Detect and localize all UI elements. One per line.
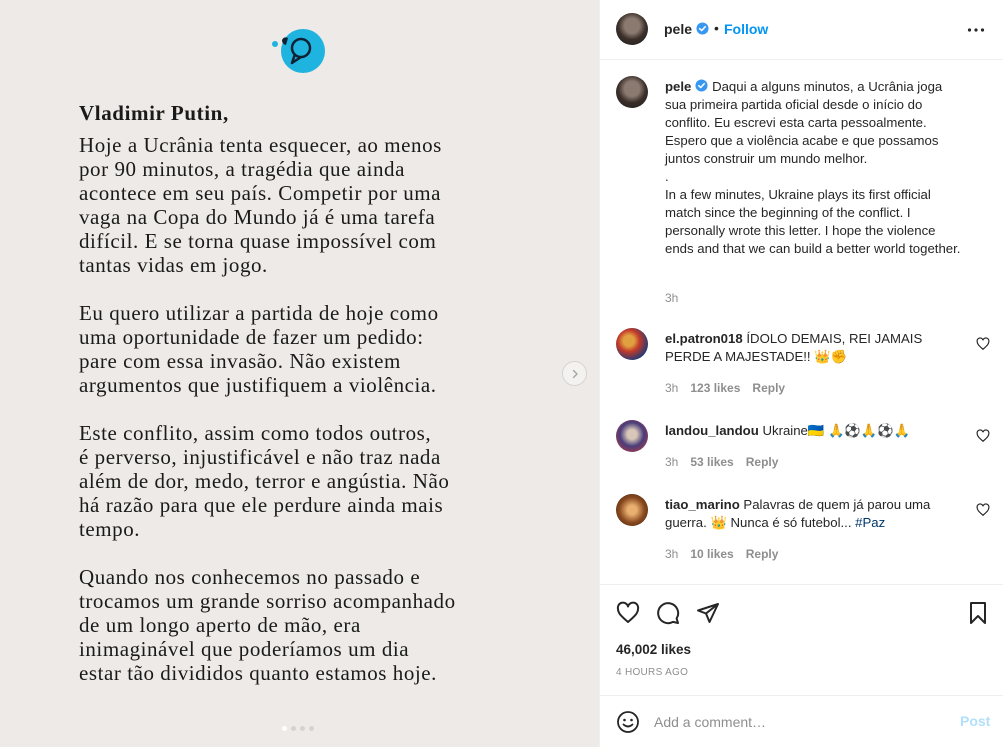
carousel-dot bbox=[309, 726, 314, 731]
letter-paragraph: Este conflito, assim como todos outros, … bbox=[79, 421, 450, 541]
ukraine-fa-logo bbox=[272, 29, 325, 73]
more-horizontal-icon[interactable] bbox=[966, 20, 986, 40]
comment-username[interactable]: tiao_marino bbox=[665, 497, 740, 512]
post-timestamp[interactable]: 4 HOURS AGO bbox=[616, 667, 688, 678]
letter-paragraph: Eu quero utilizar a partida de hoje como… bbox=[79, 301, 439, 397]
letter-greeting: Vladimir Putin, bbox=[79, 101, 229, 125]
comment-body: landou_landou Ukraine🇺🇦 🙏⚽🙏⚽🙏 bbox=[665, 422, 955, 440]
reply-button[interactable]: Reply bbox=[746, 455, 779, 469]
avatar[interactable] bbox=[616, 494, 648, 526]
comment-time[interactable]: 3h bbox=[665, 381, 678, 395]
comment-meta: 3h 123 likes Reply bbox=[665, 381, 785, 395]
hashtag-link[interactable]: #Paz bbox=[855, 515, 885, 530]
post-header: pele • Follow bbox=[600, 0, 1003, 60]
caption-timestamp[interactable]: 3h bbox=[665, 291, 678, 305]
chevron-right-icon bbox=[572, 369, 578, 378]
emoji-icon[interactable] bbox=[616, 710, 640, 734]
comment-body: el.patron018 ÍDOLO DEMAIS, REI JAMAIS PE… bbox=[665, 330, 955, 366]
letter-text: Vladimir Putin, Hoje a Ucrânia tenta esq… bbox=[79, 101, 559, 709]
comment-bubble-icon[interactable] bbox=[656, 601, 680, 625]
reply-button[interactable]: Reply bbox=[746, 547, 779, 561]
reply-button[interactable]: Reply bbox=[752, 381, 785, 395]
comments-section[interactable]: pele Daqui a alguns minutos, a Ucrânia j… bbox=[600, 60, 1003, 585]
letter-paragraph: Hoje a Ucrânia tenta esquecer, ao menos … bbox=[79, 133, 442, 277]
comment-text: Ukraine🇺🇦 🙏⚽🙏⚽🙏 bbox=[762, 423, 911, 438]
verified-badge-icon bbox=[695, 79, 708, 92]
carousel-dot bbox=[291, 726, 296, 731]
follow-button[interactable]: Follow bbox=[724, 21, 768, 37]
avatar[interactable] bbox=[616, 76, 648, 108]
avatar[interactable] bbox=[616, 13, 648, 45]
comment-username[interactable]: el.patron018 bbox=[665, 331, 743, 346]
comment-likes[interactable]: 10 likes bbox=[690, 547, 733, 561]
username[interactable]: pele bbox=[664, 21, 692, 37]
post-image[interactable]: Vladimir Putin, Hoje a Ucrânia tenta esq… bbox=[0, 0, 599, 747]
like-heart-icon[interactable] bbox=[616, 601, 640, 625]
post-caption: pele Daqui a alguns minutos, a Ucrânia j… bbox=[665, 78, 965, 258]
comment-body: tiao_marino Palavras de quem já parou um… bbox=[665, 496, 955, 532]
comment-input[interactable] bbox=[654, 712, 944, 732]
heart-icon[interactable] bbox=[976, 503, 990, 517]
bookmark-icon[interactable] bbox=[966, 601, 990, 625]
carousel-indicator bbox=[282, 726, 314, 731]
separator-dot: • bbox=[714, 20, 719, 36]
post-actions: 46,002 likes 4 HOURS AGO bbox=[600, 586, 1003, 706]
heart-icon[interactable] bbox=[976, 429, 990, 443]
avatar[interactable] bbox=[616, 420, 648, 452]
comment-likes[interactable]: 53 likes bbox=[690, 455, 733, 469]
post-comment-button[interactable]: Post bbox=[960, 713, 990, 729]
comment-meta: 3h 10 likes Reply bbox=[665, 547, 778, 561]
carousel-dot bbox=[300, 726, 305, 731]
caption-text: Daqui a alguns minutos, a Ucrânia joga s… bbox=[665, 79, 961, 256]
header-username-link[interactable]: pele bbox=[664, 21, 709, 37]
carousel-dot bbox=[282, 726, 287, 731]
verified-badge-icon bbox=[696, 22, 709, 35]
letter-paragraph: Quando nos conhecemos no passado e troca… bbox=[79, 565, 456, 685]
post-details-panel: pele • Follow pele Daqui a alguns minuto… bbox=[599, 0, 1003, 747]
comment-time[interactable]: 3h bbox=[665, 455, 678, 469]
avatar[interactable] bbox=[616, 328, 648, 360]
add-comment-bar: Post bbox=[600, 695, 1003, 747]
comment-meta: 3h 53 likes Reply bbox=[665, 455, 778, 469]
likes-count[interactable]: 46,002 likes bbox=[616, 642, 691, 657]
comment-likes[interactable]: 123 likes bbox=[690, 381, 740, 395]
comment-time[interactable]: 3h bbox=[665, 547, 678, 561]
caption-username[interactable]: pele bbox=[665, 79, 691, 94]
heart-icon[interactable] bbox=[976, 337, 990, 351]
carousel-next-button[interactable] bbox=[562, 361, 587, 386]
share-paper-plane-icon[interactable] bbox=[696, 601, 720, 625]
comment-username[interactable]: landou_landou bbox=[665, 423, 759, 438]
